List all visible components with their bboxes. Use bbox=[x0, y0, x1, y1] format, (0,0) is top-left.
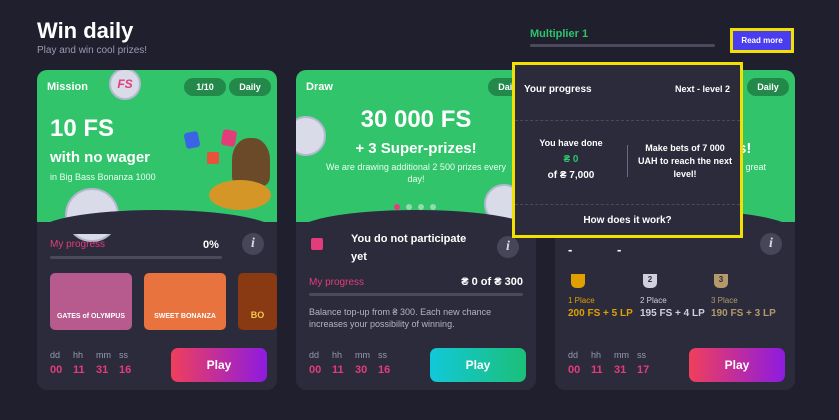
place-3-label: 3 Place bbox=[711, 296, 738, 305]
place-2-label: 2 Place bbox=[640, 296, 667, 305]
draw-progress-label: My progress bbox=[309, 277, 365, 288]
fs-coin-icon: FS bbox=[109, 70, 141, 100]
mission-banner: Mission 1/10 Daily FS 10 FS with no wage… bbox=[37, 70, 277, 242]
countdown-hh-value: 11 bbox=[332, 364, 344, 376]
letter-k-icon bbox=[183, 130, 201, 150]
mission-progress-pct: 0% bbox=[203, 239, 219, 251]
page-title: Win daily bbox=[37, 18, 134, 43]
mission-game-note: in Big Bass Bonanza 1000 bbox=[50, 172, 156, 182]
daily-badge: Daily bbox=[747, 78, 789, 96]
daily-badge: Daily bbox=[229, 78, 271, 96]
countdown-dd-value: 00 bbox=[568, 364, 581, 376]
countdown-hh-label: hh bbox=[332, 350, 343, 360]
fish-icon bbox=[209, 180, 271, 210]
countdown-mm-label: mm bbox=[96, 350, 111, 360]
tournament-play-button[interactable]: Play bbox=[689, 348, 785, 382]
countdown-dd-label: dd bbox=[50, 350, 61, 360]
info-icon[interactable]: i bbox=[497, 236, 519, 258]
game-tile-gates-of-olympus[interactable]: GATES of OLYMPUS bbox=[50, 273, 132, 330]
popup-next-level: Next - level 2 bbox=[674, 84, 730, 94]
countdown-mm-label: mm bbox=[355, 350, 370, 360]
mission-card: Mission 1/10 Daily FS 10 FS with no wage… bbox=[37, 70, 277, 390]
letter-q-icon bbox=[220, 128, 238, 148]
draw-subline: + 3 Super-prizes! bbox=[355, 140, 477, 157]
countdown-ss-label: ss bbox=[637, 350, 646, 360]
draw-progress-bar bbox=[309, 293, 523, 296]
draw-countdown: dd 00 hh 11 mm 30 ss 16 bbox=[309, 350, 401, 376]
mission-progress-label: My progress bbox=[50, 239, 106, 250]
progress-popup: Your progress Next - level 2 You have do… bbox=[512, 62, 743, 238]
place-2-prize: 195 FS + 4 LP bbox=[640, 308, 705, 319]
draw-headline: 30 000 FS bbox=[360, 106, 472, 133]
game-tile-partial[interactable]: BO bbox=[238, 273, 277, 330]
countdown-mm-label: mm bbox=[614, 350, 629, 360]
countdown-ss-label: ss bbox=[378, 350, 387, 360]
countdown-hh-label: hh bbox=[591, 350, 602, 360]
popup-divider bbox=[627, 145, 628, 177]
countdown-ss-value: 17 bbox=[637, 364, 650, 376]
place-1-prize: 200 FS + 5 LP bbox=[568, 308, 633, 319]
multiplier-bar bbox=[530, 44, 715, 47]
tournament-countdown: dd 00 hh 11 mm 31 ss 17 bbox=[568, 350, 660, 376]
draw-status: You do not participate yet bbox=[351, 233, 467, 263]
draw-play-button[interactable]: Play bbox=[430, 348, 526, 382]
mission-tag: Mission bbox=[47, 81, 88, 93]
countdown-ss-label: ss bbox=[119, 350, 128, 360]
trophy-silver-icon: 2 bbox=[643, 274, 657, 288]
draw-note: We are drawing additional 2 500 prizes e… bbox=[326, 162, 506, 184]
carousel-dot[interactable] bbox=[430, 204, 436, 210]
multiplier-label: Multiplier 1 bbox=[530, 28, 589, 40]
place-3-prize: 190 FS + 3 LP bbox=[711, 308, 776, 319]
draw-card: Draw Daily 30 000 FS + 3 Super-prizes! W… bbox=[296, 70, 536, 390]
game-tile-sweet-bonanza[interactable]: SWEET BONANZA bbox=[144, 273, 226, 330]
countdown-dd-label: dd bbox=[309, 350, 320, 360]
mission-counter: 1/10 bbox=[184, 78, 226, 96]
draw-tag: Draw bbox=[306, 81, 333, 93]
win-daily-page: Win daily Play and win cool prizes! Mult… bbox=[0, 0, 839, 420]
countdown-mm-value: 31 bbox=[614, 364, 627, 376]
mission-progress-bar bbox=[50, 256, 222, 259]
fisherman-icon bbox=[232, 138, 270, 186]
info-icon[interactable]: i bbox=[760, 233, 782, 255]
popup-done-of: of ₴ 7,000 bbox=[547, 170, 595, 181]
countdown-hh-label: hh bbox=[73, 350, 84, 360]
dice-icon bbox=[207, 152, 219, 164]
popup-title: Your progress bbox=[524, 84, 592, 95]
mission-play-button[interactable]: Play bbox=[171, 348, 267, 382]
info-icon[interactable]: i bbox=[242, 233, 264, 255]
popup-make-bets: Make bets of 7 000 UAH to reach the next… bbox=[637, 143, 733, 179]
how-does-it-work-link[interactable]: How does it work? bbox=[515, 215, 740, 226]
countdown-mm-value: 30 bbox=[355, 364, 368, 376]
draw-description: Balance top-up from ₴ 300. Each new chan… bbox=[309, 307, 492, 329]
page-subtitle: Play and win cool prizes! bbox=[37, 45, 148, 56]
countdown-hh-value: 11 bbox=[591, 364, 603, 376]
countdown-dd-value: 00 bbox=[309, 364, 322, 376]
tournament-dash: - bbox=[568, 242, 573, 257]
countdown-mm-value: 31 bbox=[96, 364, 109, 376]
trophy-gold-icon bbox=[571, 274, 585, 288]
mission-headline: 10 FS bbox=[50, 115, 115, 142]
draw-banner: Draw Daily 30 000 FS + 3 Super-prizes! W… bbox=[296, 70, 536, 224]
popup-done-label: You have done bbox=[539, 138, 603, 148]
lock-icon bbox=[311, 238, 323, 250]
countdown-ss-value: 16 bbox=[119, 364, 132, 376]
popup-done-value: ₴ 0 bbox=[563, 154, 579, 165]
countdown-ss-value: 16 bbox=[378, 364, 391, 376]
mission-countdown: dd 00 hh 11 mm 31 ss 16 bbox=[50, 350, 142, 376]
trophy-bronze-icon: 3 bbox=[714, 274, 728, 288]
draw-progress-value: ₴ 0 of ₴ 300 bbox=[461, 276, 523, 288]
carousel-dot-active[interactable] bbox=[394, 204, 400, 210]
mission-subline: with no wager bbox=[50, 149, 151, 166]
place-1-label: 1 Place bbox=[568, 296, 595, 305]
countdown-dd-label: dd bbox=[568, 350, 579, 360]
countdown-dd-value: 00 bbox=[50, 364, 63, 376]
tournament-dash: - bbox=[617, 242, 622, 257]
read-more-button[interactable]: Read more bbox=[730, 28, 794, 53]
countdown-hh-value: 11 bbox=[73, 364, 85, 376]
